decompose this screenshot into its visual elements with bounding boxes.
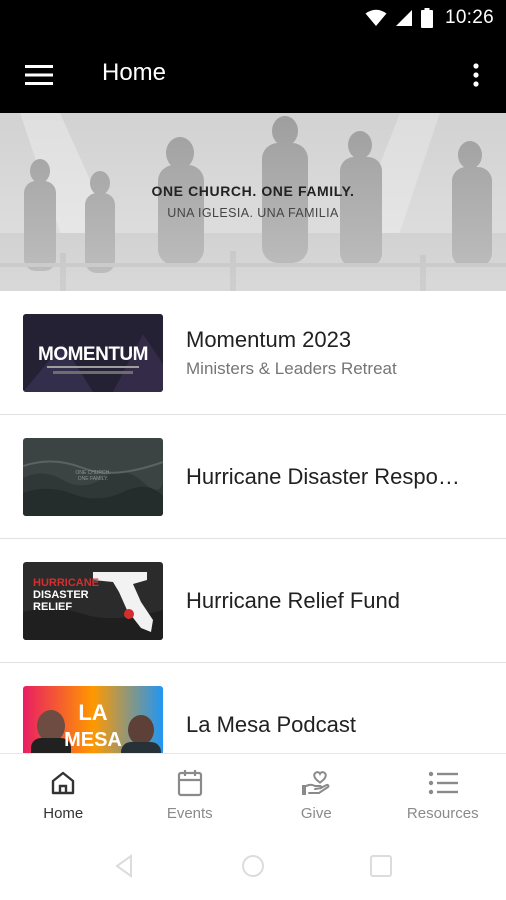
home-icon <box>48 768 78 798</box>
menu-icon[interactable] <box>22 59 56 91</box>
svg-text:HURRICANE: HURRICANE <box>33 577 99 589</box>
nav-tab-resources[interactable]: Resources <box>380 754 506 828</box>
home-circle-icon[interactable] <box>241 854 265 878</box>
page-title: Home <box>102 59 167 86</box>
nav-label-events: Events <box>166 805 213 822</box>
list-item-text: Hurricane Relief Fund <box>186 539 482 663</box>
recents-icon[interactable] <box>369 854 393 878</box>
hurricane-relief-thumbnail: HURRICANE DISASTER RELIEF <box>23 562 163 640</box>
content-list: MOMENTUM Momentum 2023 Ministers & Leade… <box>0 291 506 753</box>
list-item-subtitle: Ministers & Leaders Retreat <box>186 359 397 378</box>
list-item-text: La Mesa Podcast <box>186 663 482 753</box>
nav-label-home: Home <box>43 805 84 822</box>
list-item-text: Hurricane Disaster Respo… <box>186 415 482 539</box>
wifi-icon <box>365 9 387 26</box>
list-item-title: La Mesa Podcast <box>186 712 356 737</box>
list-item-hurricane-relief-fund[interactable]: HURRICANE DISASTER RELIEF Hurricane Reli… <box>0 539 506 663</box>
calendar-icon <box>175 768 205 798</box>
nav-tab-home[interactable]: Home <box>0 754 127 828</box>
svg-text:MESA: MESA <box>64 729 122 751</box>
list-item-hurricane-disaster-response[interactable]: ONE CHURCH. ONE FAMILY. Hurricane Disast… <box>0 415 506 539</box>
nav-tab-events[interactable]: Events <box>127 754 254 828</box>
list-item-title: Momentum 2023 <box>186 327 352 352</box>
svg-text:RELIEF: RELIEF <box>33 601 72 613</box>
hurricane-disaster-thumbnail: ONE CHURCH. ONE FAMILY. <box>23 438 163 516</box>
nav-label-resources: Resources <box>406 805 479 822</box>
more-options-icon[interactable] <box>464 57 488 93</box>
banner-background-image <box>0 113 506 291</box>
battery-icon <box>420 8 433 28</box>
banner-subtitle: UNA IGLESIA. UNA FAMILIA <box>167 206 339 220</box>
momentum-thumbnail: MOMENTUM <box>23 314 163 392</box>
give-icon <box>301 768 331 798</box>
list-item-text: Momentum 2023 Ministers & Leaders Retrea… <box>186 291 482 415</box>
system-navigation-bar <box>0 828 506 900</box>
back-icon[interactable] <box>113 854 137 878</box>
nav-label-give: Give <box>300 805 332 822</box>
status-bar: 10:26 <box>0 0 506 37</box>
la-mesa-thumbnail: LA MESA <box>23 686 163 753</box>
hero-banner[interactable]: ONE CHURCH. ONE FAMILY. UNA IGLESIA. UNA… <box>0 113 506 291</box>
svg-text:MOMENTUM: MOMENTUM <box>38 344 148 365</box>
signal-icon <box>395 10 412 26</box>
svg-text:ONE FAMILY.: ONE FAMILY. <box>78 476 108 482</box>
nav-tab-give[interactable]: Give <box>253 754 380 828</box>
status-icons: 10:26 <box>365 6 494 30</box>
banner-title: ONE CHURCH. ONE FAMILY. <box>151 183 355 199</box>
list-icon <box>428 768 458 798</box>
svg-text:LA: LA <box>78 700 107 725</box>
list-item-title: Hurricane Relief Fund <box>186 588 400 613</box>
list-item-la-mesa-podcast[interactable]: LA MESA La Mesa Podcast <box>0 663 506 753</box>
app-bar: Home <box>0 37 506 113</box>
status-time: 10:26 <box>444 7 494 28</box>
svg-text:DISASTER: DISASTER <box>33 589 89 601</box>
list-item-title: Hurricane Disaster Respo… <box>186 464 460 489</box>
bottom-navigation: Home Events Give Resources <box>0 753 506 828</box>
app-screen: 10:26 Home ONE CHURCH. ONE FAMILY. UNA I… <box>0 0 506 900</box>
list-item-momentum[interactable]: MOMENTUM Momentum 2023 Ministers & Leade… <box>0 291 506 415</box>
